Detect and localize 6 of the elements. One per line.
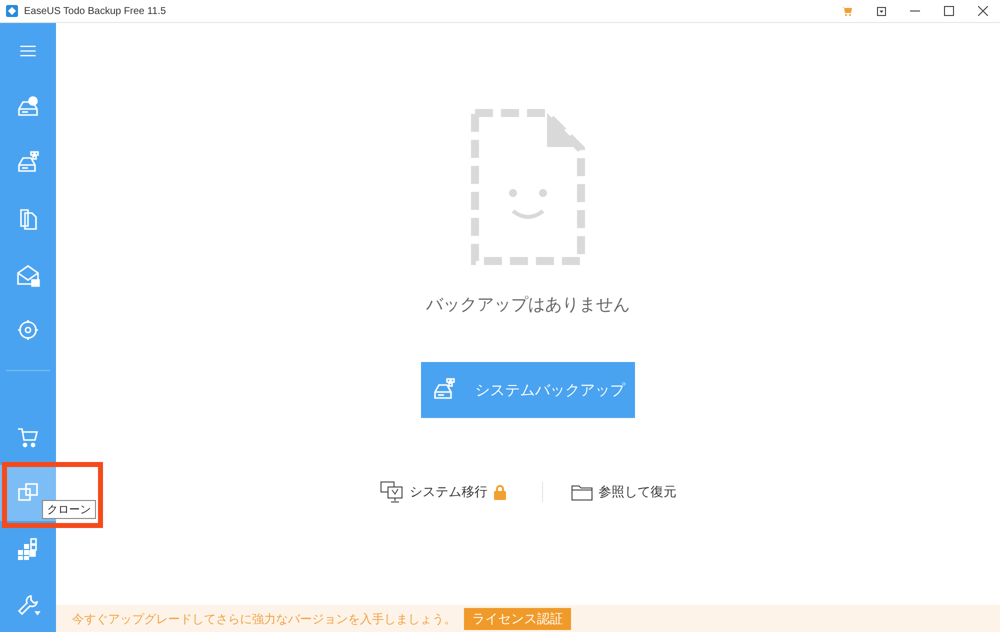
- tooltip: クローン: [42, 500, 96, 519]
- action-link[interactable]: システム移行: [380, 481, 506, 503]
- window-title: EaseUS Todo Backup Free 11.5: [24, 6, 167, 16]
- upgrade-message: 今すぐアップグレードしてさらに強力なバージョンを入手しましょう。: [72, 610, 456, 628]
- action-link[interactable]: 参照して復元: [570, 483, 676, 501]
- empty-message: バックアップはありません: [426, 294, 630, 316]
